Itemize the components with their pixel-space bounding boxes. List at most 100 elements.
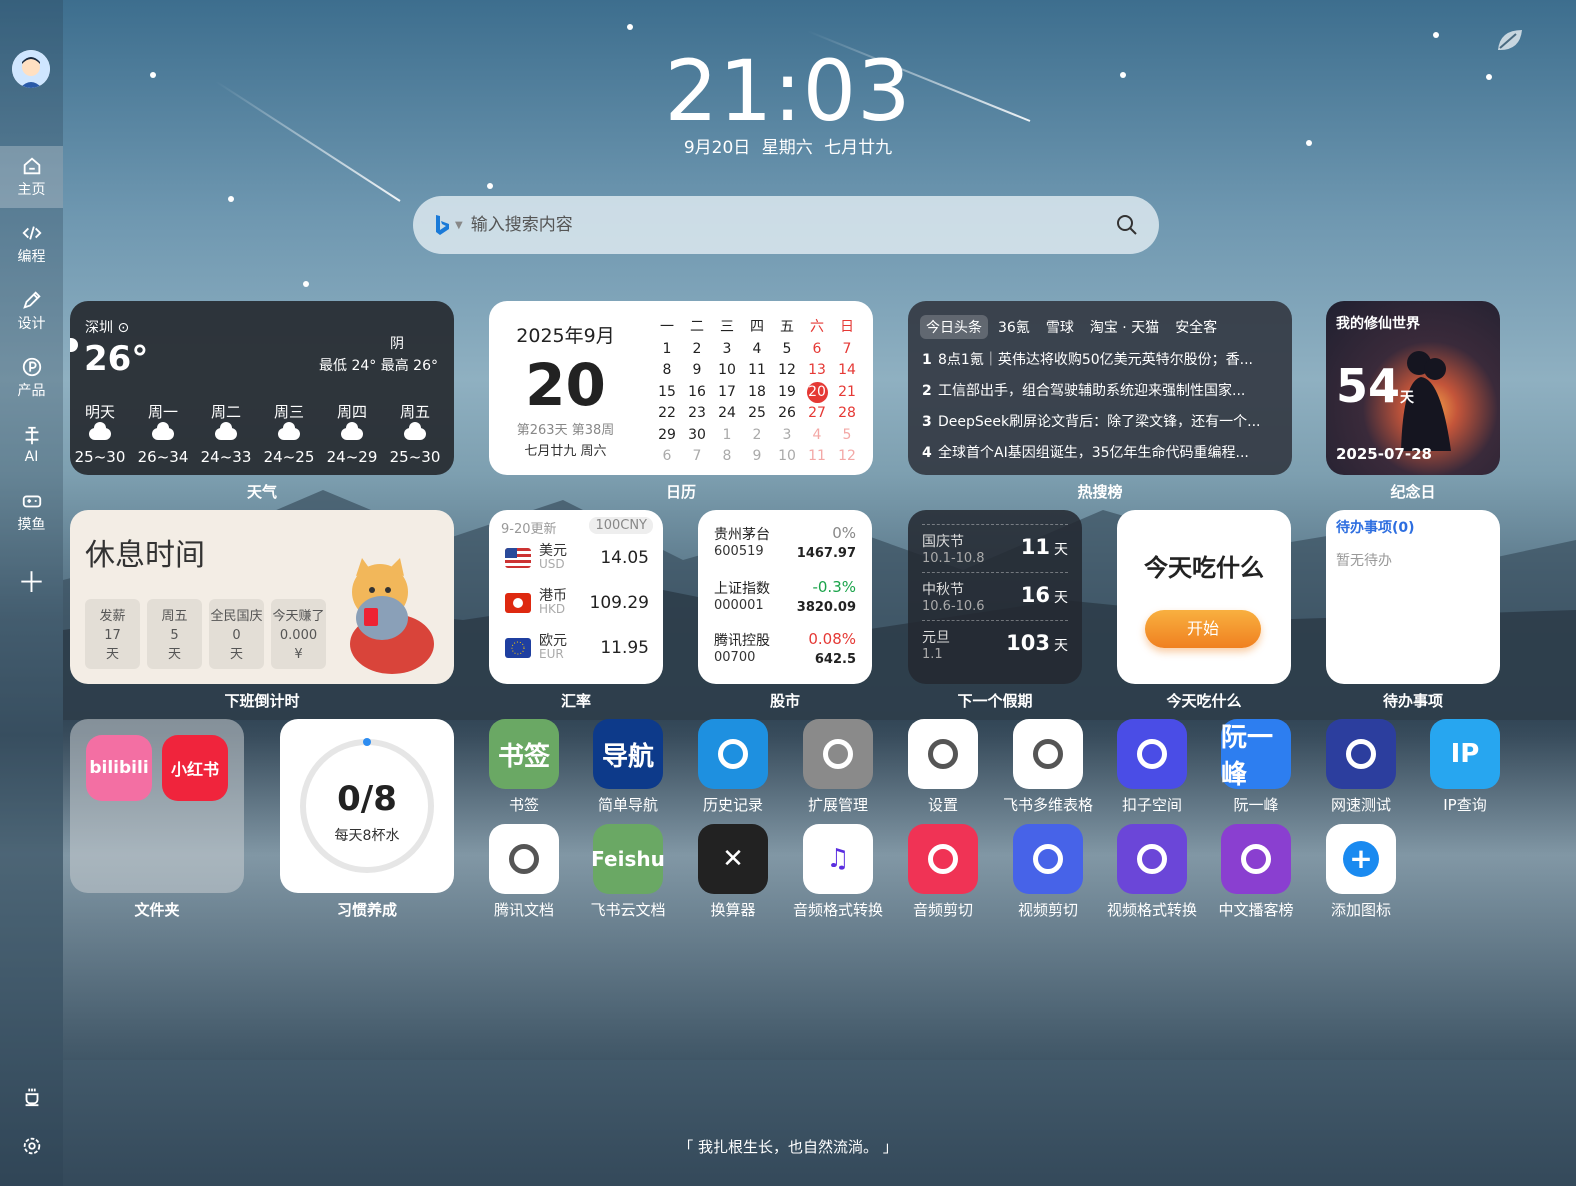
calendar-date[interactable]: 30 — [682, 425, 712, 447]
next-holiday-widget[interactable]: 国庆节 10.1-10.8 11 天 中秋节 10.6-10.6 16 天 元旦 1.1 103… — [908, 510, 1082, 684]
offwork-countdown-widget[interactable]: 休息时间 发薪 17 天 周五 5 天 全民国庆 0 天 今天赚了 0.000 ¥ — [70, 510, 454, 684]
eat-start-button[interactable]: 开始 — [1145, 610, 1261, 648]
tab-toutiao[interactable]: 今日头条 — [920, 315, 988, 339]
calendar-date[interactable]: 25 — [742, 403, 772, 425]
calendar-date[interactable]: 13 — [802, 360, 832, 382]
app-icon-9[interactable]: IP — [1430, 719, 1500, 789]
calendar-date[interactable]: 11 — [742, 360, 772, 382]
sidebar-item-product[interactable]: 产品 — [0, 347, 63, 409]
anniversary-widget[interactable]: 我的修仙世界 54天 2025-07-28 — [1326, 301, 1500, 475]
app-icon-7[interactable]: 阮一峰 — [1221, 719, 1291, 790]
search-icon[interactable] — [1115, 213, 1139, 237]
calendar-date[interactable]: 9 — [742, 446, 772, 468]
calendar-date[interactable]: 2 — [742, 425, 772, 447]
search-bar[interactable]: ▼ — [413, 196, 1159, 254]
calendar-date[interactable]: 3 — [712, 339, 742, 361]
todo-title[interactable]: 待办事项(0) — [1336, 517, 1415, 537]
tab-xueqiu[interactable]: 雪球 — [1040, 315, 1080, 339]
calendar-date[interactable]: 7 — [682, 446, 712, 468]
add-category-button[interactable]: ＋ — [0, 550, 63, 612]
app-icon-11[interactable]: Feishu — [591, 824, 665, 894]
app-icon-16[interactable] — [1117, 824, 1187, 894]
calendar-date[interactable]: 24 — [712, 403, 742, 425]
app-icon-6[interactable] — [1117, 719, 1187, 789]
stock-widget[interactable]: 贵州茅台 600519 0% 1467.97 上证指数 000001 -0.3% 3820.… — [698, 510, 872, 684]
calendar-date[interactable]: 23 — [682, 403, 712, 425]
calendar-date[interactable]: 4 — [742, 339, 772, 361]
app-icon-3[interactable] — [803, 719, 873, 789]
app-icon-5[interactable] — [1013, 719, 1083, 789]
calendar-date[interactable]: 4 — [802, 425, 832, 447]
calendar-date[interactable]: 10 — [712, 360, 742, 382]
exchange-rate-widget[interactable]: 9-20更新 100CNY 美元 USD 14.05 港币 HKD 109.29 欧… — [489, 510, 663, 684]
bilibili-app-icon[interactable]: bilibili — [86, 735, 152, 801]
calendar-date[interactable]: 16 — [682, 382, 712, 404]
calendar-date[interactable]: 6 — [652, 446, 682, 468]
list-item[interactable]: 3 DeepSeek刷屏论文背后：除了梁文锋，还有一个... — [922, 411, 1278, 431]
calendar-date[interactable]: 22 — [652, 403, 682, 425]
app-icon-2[interactable] — [698, 719, 768, 789]
calendar-date[interactable]: 3 — [772, 425, 802, 447]
calendar-date[interactable]: 18 — [742, 382, 772, 404]
app-icon-4[interactable] — [908, 719, 978, 789]
calendar-date[interactable]: 2 — [682, 339, 712, 361]
calendar-date[interactable]: 10 — [772, 446, 802, 468]
calendar-date[interactable]: 1 — [652, 339, 682, 361]
sidebar-item-fish[interactable]: 摸鱼 — [0, 481, 63, 543]
chevron-down-icon[interactable]: ▼ — [455, 220, 463, 231]
calendar-date[interactable]: 1 — [712, 425, 742, 447]
tab-taobao[interactable]: 淘宝 · 天猫 — [1084, 315, 1165, 339]
calendar-date[interactable]: 8 — [712, 446, 742, 468]
tab-36kr[interactable]: 36氪 — [992, 315, 1036, 339]
todo-widget[interactable]: 待办事项(0) 暂无待办 — [1326, 510, 1500, 684]
sidebar-item-ai[interactable]: AI — [0, 414, 63, 476]
list-item[interactable]: 4 全球首个AI基因组诞生，35亿年生命代码重编程... — [922, 442, 1278, 462]
calendar-date[interactable]: 19 — [772, 382, 802, 404]
calendar-date[interactable]: 9 — [682, 360, 712, 382]
calendar-date[interactable]: 28 — [832, 403, 862, 425]
calendar-date[interactable]: 26 — [772, 403, 802, 425]
folder-widget[interactable]: bilibili 小红书 — [70, 719, 244, 893]
app-icon-10[interactable] — [489, 824, 559, 894]
calendar-grid[interactable]: 一二三四五六日 1 2 3 4 5 6 7 8 9 10 11 12 13 14 15 16 17 18 19 20 21… — [652, 317, 862, 468]
app-icon-15[interactable] — [1013, 824, 1083, 894]
what-to-eat-widget[interactable]: 今天吃什么 开始 — [1117, 510, 1291, 684]
calendar-date[interactable]: 7 — [832, 339, 862, 361]
bing-icon[interactable] — [433, 213, 451, 237]
app-icon-17[interactable] — [1221, 824, 1291, 894]
habit-widget[interactable]: 0/8 每天8杯水 — [280, 719, 454, 893]
fx-base[interactable]: 100CNY — [589, 517, 653, 534]
weather-widget[interactable]: 深圳 ⊙ 26° 阴 最低 24° 最高 26° 明天 25~30 周一 26~34… — [70, 301, 454, 475]
xiaohongshu-app-icon[interactable]: 小红书 — [162, 735, 228, 801]
calendar-date[interactable]: 5 — [772, 339, 802, 361]
list-item[interactable]: 2 工信部出手，组合驾驶辅助系统迎来强制性国家... — [922, 380, 1278, 400]
calendar-date[interactable]: 6 — [802, 339, 832, 361]
calendar-widget[interactable]: 2025年9月 20 第263天 第38周 七月廿九 周六 一二三四五六日123… — [489, 301, 873, 475]
sidebar-item-code[interactable]: 编程 — [0, 213, 63, 275]
calendar-date[interactable]: 21 — [832, 382, 862, 404]
stock-row[interactable]: 上证指数 000001 -0.3% 3820.09 — [714, 578, 856, 615]
calendar-date[interactable]: 27 — [802, 403, 832, 425]
app-icon-12[interactable]: ✕ — [698, 824, 768, 894]
search-input[interactable] — [470, 215, 1115, 235]
calendar-date[interactable]: 12 — [772, 360, 802, 382]
calendar-date[interactable]: 5 — [832, 425, 862, 447]
app-icon-18[interactable]: + — [1326, 824, 1396, 894]
calendar-date[interactable]: 8 — [652, 360, 682, 382]
app-icon-13[interactable]: ♫ — [803, 824, 873, 894]
calendar-date[interactable]: 29 — [652, 425, 682, 447]
tab-anquanke[interactable]: 安全客 — [1169, 315, 1223, 339]
stock-row[interactable]: 腾讯控股 00700 0.08% 642.5 — [714, 630, 856, 667]
calendar-date[interactable]: 14 — [832, 360, 862, 382]
calendar-date[interactable]: 15 — [652, 382, 682, 404]
sidebar-item-design[interactable]: 设计 — [0, 280, 63, 342]
stock-row[interactable]: 贵州茅台 600519 0% 1467.97 — [714, 524, 856, 561]
calendar-date[interactable]: 11 — [802, 446, 832, 468]
app-icon-1[interactable]: 导航 — [593, 719, 663, 789]
app-icon-0[interactable]: 书签 — [489, 719, 559, 789]
list-item[interactable]: 1 8点1氪｜英伟达将收购50亿美元英特尔股份；香... — [922, 349, 1278, 369]
calendar-date[interactable]: 17 — [712, 382, 742, 404]
app-icon-8[interactable] — [1326, 719, 1396, 789]
app-icon-14[interactable] — [908, 824, 978, 894]
calendar-date[interactable]: 12 — [832, 446, 862, 468]
